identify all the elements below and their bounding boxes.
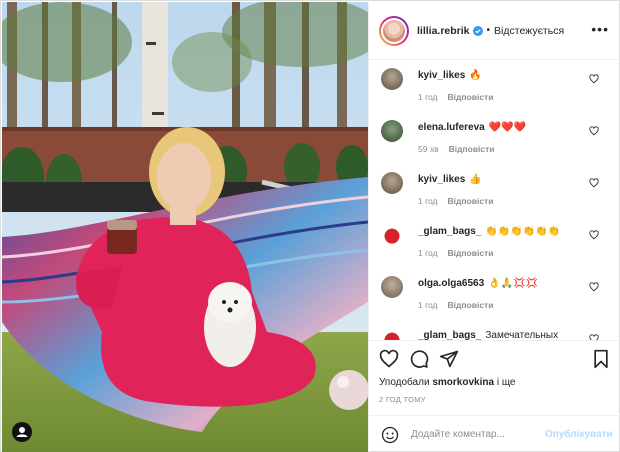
comment-text: ❤️❤️❤️ <box>488 122 527 133</box>
comment-text: 👌🙏💢💢 <box>488 278 538 289</box>
commenter-username[interactable]: kyiv_likes <box>418 70 465 81</box>
comment-time[interactable]: 1 год <box>418 300 438 310</box>
emoji-icon[interactable] <box>381 426 399 444</box>
reply-button[interactable]: Відповісти <box>448 92 494 102</box>
comment-time[interactable]: 59 хв <box>418 144 439 154</box>
more-options-icon[interactable]: ••• <box>591 22 609 36</box>
commenter-avatar[interactable] <box>381 224 403 246</box>
comment-text: Замечательных <box>485 330 559 340</box>
photo-illustration <box>2 2 368 452</box>
commenter-avatar[interactable] <box>381 68 403 90</box>
comment-time[interactable]: 1 год <box>418 92 438 102</box>
comment-like-heart-icon[interactable] <box>589 74 599 84</box>
comment-like-heart-icon[interactable] <box>589 230 599 240</box>
commenter-avatar[interactable] <box>381 120 403 142</box>
comment-time[interactable]: 1 год <box>418 248 438 258</box>
commenter-username[interactable]: olga.olga6563 <box>418 278 484 289</box>
post-side-panel: lillia.rebrik • Відстежується ••• kyiv_l… <box>368 2 620 452</box>
commenter-avatar[interactable] <box>381 172 403 194</box>
commenter-username[interactable]: _glam_bags_ <box>418 226 481 237</box>
author-avatar[interactable] <box>379 15 409 46</box>
comment-like-heart-icon[interactable] <box>589 178 599 188</box>
user-tag-icon[interactable] <box>12 422 32 442</box>
post-modal: lillia.rebrik • Відстежується ••• kyiv_l… <box>0 0 620 452</box>
commenter-avatar[interactable] <box>381 276 403 298</box>
comment-text: 👍 <box>469 174 482 185</box>
heart-icon[interactable] <box>379 349 399 369</box>
comment-like-heart-icon[interactable] <box>589 282 599 292</box>
comment-text: 🔥 <box>469 70 482 81</box>
author-username[interactable]: lillia.rebrik <box>417 25 470 37</box>
comment-time[interactable]: 1 год <box>418 196 438 206</box>
comment-like-heart-icon[interactable] <box>589 126 599 136</box>
liked-by-suffix[interactable]: і ще <box>497 377 516 388</box>
post-comment-button[interactable]: Опублікувати <box>545 429 613 440</box>
share-icon[interactable] <box>439 349 459 369</box>
add-comment-bar: Опублікувати <box>369 415 620 452</box>
bookmark-icon[interactable] <box>591 349 611 369</box>
comment-icon[interactable] <box>409 349 429 369</box>
comments-list[interactable]: kyiv_likes 🔥 1 год Відповісти elena.lufere… <box>369 60 620 340</box>
comment-input[interactable] <box>411 429 539 440</box>
header-separator: • <box>486 25 491 36</box>
post-header: lillia.rebrik • Відстежується ••• <box>369 2 620 60</box>
commenter-username[interactable]: _glam_bags_ <box>418 330 481 340</box>
reply-button[interactable]: Відповісти <box>449 144 495 154</box>
comment-item: _glam_bags_ Замечательных <box>369 324 620 340</box>
reply-button[interactable]: Відповісти <box>448 300 494 310</box>
commenter-username[interactable]: kyiv_likes <box>418 174 465 185</box>
liked-by-prefix: Уподобали <box>379 377 430 388</box>
reply-button[interactable]: Відповісти <box>448 248 494 258</box>
comment-item: elena.lufereva ❤️❤️❤️ 59 хв Відповісти <box>369 116 620 168</box>
comment-text: 👏👏👏👏👏👏 <box>485 226 561 237</box>
post-actions: Уподобали smorkovkina і ще 2 ГОД ТОМУ Оп… <box>369 340 620 452</box>
post-photo[interactable] <box>2 2 368 452</box>
post-timestamp[interactable]: 2 ГОД ТОМУ <box>379 395 426 404</box>
liked-by-user[interactable]: smorkovkina <box>432 377 494 388</box>
verified-badge-icon <box>472 25 483 36</box>
comment-item: kyiv_likes 🔥 1 год Відповісти <box>369 64 620 116</box>
following-button[interactable]: Відстежується <box>494 25 564 37</box>
commenter-username[interactable]: elena.lufereva <box>418 122 485 133</box>
comment-item: kyiv_likes 👍 1 год Відповісти <box>369 168 620 220</box>
comment-item: olga.olga6563 👌🙏💢💢 1 год Відповісти <box>369 272 620 324</box>
likes-summary[interactable]: Уподобали smorkovkina і ще <box>379 377 516 388</box>
commenter-avatar[interactable] <box>381 328 403 340</box>
comment-item: _glam_bags_ 👏👏👏👏👏👏 1 год Відповісти <box>369 220 620 272</box>
reply-button[interactable]: Відповісти <box>448 196 494 206</box>
